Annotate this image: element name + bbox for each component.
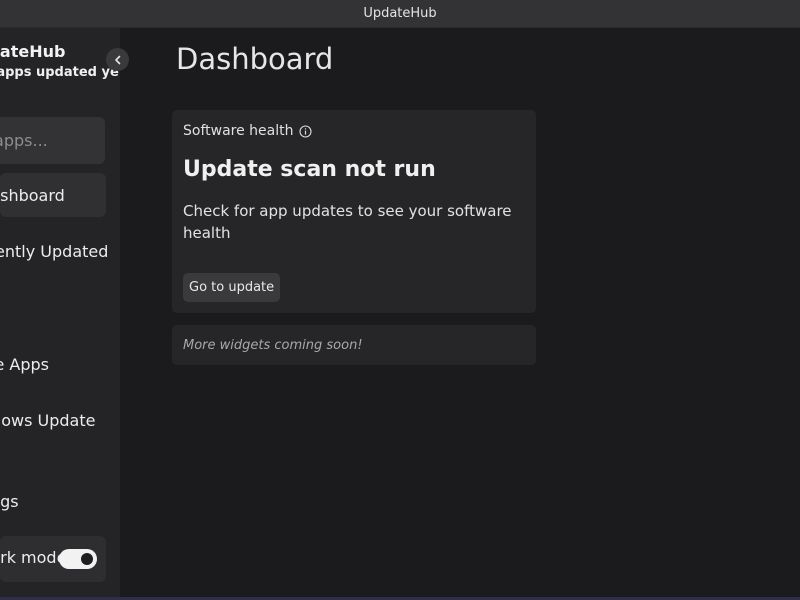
chevron-left-icon [114, 55, 120, 64]
go-to-update-button[interactable]: Go to update [183, 273, 281, 302]
sidebar-item-dashboard[interactable]: Dashboard [0, 173, 106, 217]
sidebar-item-recently-updated[interactable]: Recently Updated [0, 229, 109, 273]
card-header-label: Software health [183, 123, 294, 139]
window-title: UpdateHub [363, 6, 437, 21]
info-icon[interactable] [299, 124, 313, 138]
sidebar: UpdateHub No apps updated yet! Dashboard… [0, 28, 120, 600]
sidebar-item-label: Store Apps [0, 354, 49, 374]
more-widgets-card: More widgets coming soon! [172, 325, 536, 365]
card-heading: Update scan not run [183, 157, 436, 182]
sidebar-item-label: Dashboard [0, 185, 65, 205]
sidebar-item-label: Recently Updated [0, 241, 109, 261]
app-title: UpdateHub [0, 42, 66, 61]
card-header: Software health [183, 123, 313, 139]
card-description: Check for app updates to see your softwa… [183, 202, 512, 242]
toggle-knob [81, 553, 93, 565]
app-subtitle: No apps updated yet! [0, 65, 120, 80]
sidebar-collapse-button[interactable] [106, 48, 129, 71]
sidebar-item-label: Windows Update [0, 410, 96, 430]
window-titlebar: UpdateHub [0, 0, 800, 28]
sidebar-item-settings[interactable]: Settings [0, 479, 106, 523]
dark-mode-label: Dark mode [0, 548, 67, 567]
dark-mode-row: Dark mode [0, 536, 106, 582]
sidebar-item-windows-update[interactable]: Windows Update [0, 398, 106, 442]
software-health-card: Software health Update scan not run Chec… [172, 110, 536, 313]
search-box [0, 117, 105, 164]
dark-mode-toggle[interactable] [59, 549, 97, 569]
search-input[interactable] [0, 117, 105, 164]
page-title: Dashboard [176, 42, 334, 76]
sidebar-item-store-apps[interactable]: Store Apps [0, 342, 106, 386]
sidebar-item-label: Settings [0, 491, 19, 511]
more-widgets-text: More widgets coming soon! [183, 338, 363, 353]
